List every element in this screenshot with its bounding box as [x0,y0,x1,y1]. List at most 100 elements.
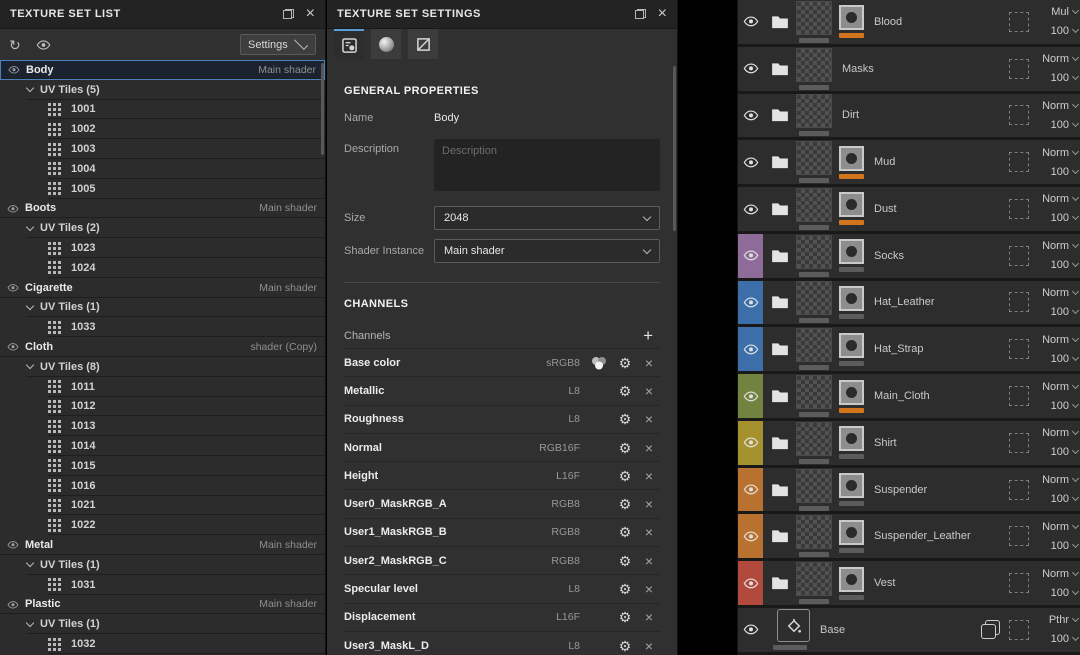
blend-mode-dropdown[interactable]: Norm [1042,287,1080,299]
layer-color-tag[interactable] [738,467,763,512]
layer-row-socks[interactable]: Socks Norm 100 [738,233,1080,281]
uv-tiles-group[interactable]: UV Tiles (1) [0,555,325,575]
layer-name[interactable]: Dust [874,203,897,215]
channel-format[interactable]: L16F [522,611,580,623]
blend-mode-dropdown[interactable]: Norm [1042,100,1080,112]
layer-name[interactable]: Socks [874,250,904,262]
folder-icon[interactable] [771,342,789,356]
eye-icon[interactable] [743,156,759,169]
layer-name[interactable]: Blood [874,16,902,28]
channel-format[interactable]: L8 [522,413,580,425]
mask-thumbnail[interactable] [839,192,864,218]
layer-color-tag[interactable] [738,233,763,278]
opacity-dropdown[interactable]: 100 [1051,306,1080,318]
uv-tile-row[interactable]: 1022 [0,515,325,535]
tab-uv[interactable] [408,29,438,59]
uv-tile-row[interactable]: 1001 [0,100,325,120]
gear-icon[interactable]: ⚙ [612,441,638,455]
folder-icon[interactable] [771,295,789,309]
layer-name[interactable]: Hat_Strap [874,343,924,355]
channel-format[interactable]: L8 [522,640,580,652]
gear-icon[interactable]: ⚙ [612,412,638,426]
blend-mode-dropdown[interactable]: Norm [1042,147,1080,159]
empty-mask-slot[interactable] [1009,619,1029,640]
layer-row-dirt[interactable]: Dirt Norm 100 [738,93,1080,141]
channel-format[interactable]: L8 [522,583,580,595]
gear-icon[interactable]: ⚙ [612,356,638,370]
layer-color-tag[interactable] [738,140,763,184]
tab-material-sphere[interactable] [371,29,401,59]
layer-thumbnail[interactable] [796,562,832,597]
layer-row-hat_leather[interactable]: Hat_Leather Norm 100 [738,280,1080,328]
opacity-dropdown[interactable]: 100 [1051,212,1080,224]
layer-thumbnail[interactable] [796,141,832,176]
layer-color-tag[interactable] [738,280,763,325]
gear-icon[interactable]: ⚙ [612,525,638,539]
texture-set-row-cloth[interactable]: Cloth shader (Copy) [0,337,325,357]
remove-channel-icon[interactable]: × [638,639,660,653]
gear-icon[interactable]: ⚙ [612,639,638,653]
folder-icon[interactable] [771,108,789,122]
eye-icon[interactable] [743,390,759,403]
empty-mask-slot[interactable] [1009,11,1029,32]
uv-tile-row[interactable]: 1033 [0,317,325,337]
undock-icon[interactable] [634,9,646,19]
add-channel-button[interactable]: + [643,327,660,344]
uv-tile-row[interactable]: 1021 [0,496,325,516]
opacity-dropdown[interactable]: 100 [1051,446,1080,458]
remove-channel-icon[interactable]: × [638,412,660,426]
layer-color-tag[interactable] [738,561,763,605]
gear-icon[interactable]: ⚙ [612,384,638,398]
blend-mode-dropdown[interactable]: Norm [1042,240,1080,252]
name-value[interactable]: Body [434,112,459,124]
eye-icon[interactable] [743,577,759,590]
blend-mode-dropdown[interactable]: Norm [1042,381,1080,393]
blend-mode-dropdown[interactable]: Norm [1042,193,1080,205]
texture-set-row-body[interactable]: Body Main shader [0,60,325,80]
uv-tile-row[interactable]: 1003 [0,139,325,159]
left-scrollbar[interactable] [321,63,324,155]
folder-icon[interactable] [771,249,789,263]
uv-tiles-group[interactable]: UV Tiles (1) [0,298,325,318]
folder-icon[interactable] [771,436,789,450]
remove-channel-icon[interactable]: × [638,582,660,596]
layer-row-suspender_leather[interactable]: Suspender_Leather Norm 100 [738,514,1080,562]
folder-icon[interactable] [771,202,789,216]
fill-layer-icon[interactable] [777,609,810,643]
blend-mode-dropdown[interactable]: Norm [1042,474,1080,486]
gear-icon[interactable]: ⚙ [612,469,638,483]
uv-tiles-group[interactable]: UV Tiles (1) [0,614,325,634]
layer-color-tag[interactable] [738,608,763,652]
channel-format[interactable]: RGB8 [522,498,580,510]
remove-channel-icon[interactable]: × [638,525,660,539]
blend-mode-dropdown[interactable]: Norm [1042,427,1080,439]
texture-set-row-boots[interactable]: Boots Main shader [0,199,325,219]
remove-channel-icon[interactable]: × [638,441,660,455]
folder-icon[interactable] [771,389,789,403]
settings-dropdown[interactable]: Settings [240,34,316,55]
layer-name[interactable]: Suspender_Leather [874,530,971,542]
layer-row-main_cloth[interactable]: Main_Cloth Norm 100 [738,374,1080,421]
visibility-icon[interactable] [36,39,51,51]
layer-color-tag[interactable] [738,47,763,91]
layer-name[interactable]: Hat_Leather [874,296,935,308]
texture-set-row-cigarette[interactable]: Cigarette Main shader [0,278,325,298]
eye-icon[interactable] [7,600,19,610]
eye-icon[interactable] [743,436,759,449]
uv-tile-row[interactable]: 1012 [0,397,325,417]
empty-mask-slot[interactable] [1009,339,1029,360]
layer-color-tag[interactable] [738,327,763,372]
layer-color-tag[interactable] [738,514,763,559]
eye-icon[interactable] [743,109,759,122]
empty-mask-slot[interactable] [1009,198,1029,219]
eye-icon[interactable] [7,283,19,293]
folder-icon[interactable] [771,529,789,543]
uv-tile-row[interactable]: 1015 [0,456,325,476]
gear-icon[interactable]: ⚙ [612,554,638,568]
layer-thumbnail[interactable] [796,234,832,269]
channel-format[interactable]: RGB16F [522,442,580,454]
layer-name[interactable]: Masks [842,63,874,75]
layer-thumbnail[interactable] [796,281,832,316]
folder-icon[interactable] [771,155,789,169]
mask-thumbnail[interactable] [839,426,864,452]
